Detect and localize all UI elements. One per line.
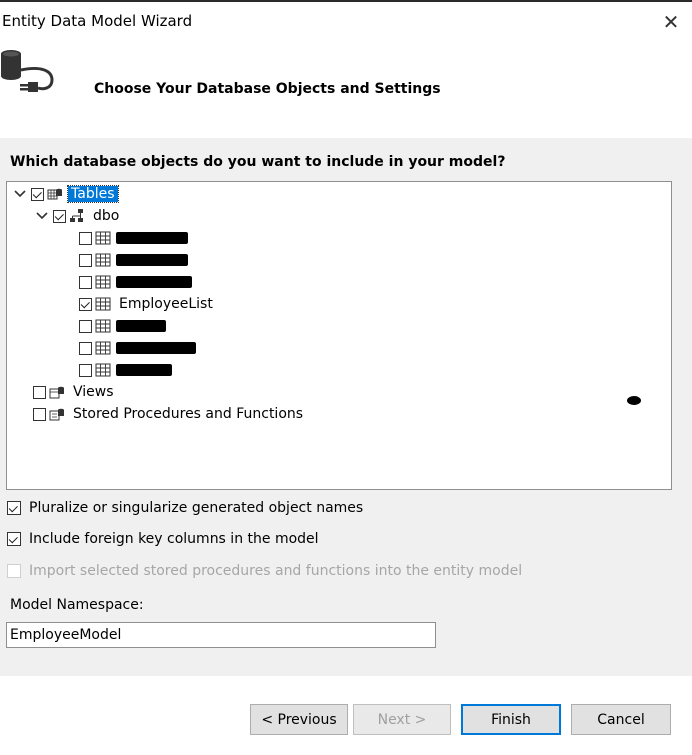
redacted-table-name [116,232,188,244]
pluralize-checkbox[interactable] [7,501,21,515]
window-top-border [0,0,692,2]
tree-node-dbo[interactable]: dbo [35,206,122,226]
chevron-down-icon[interactable] [35,209,49,223]
stored-procedures-checkbox[interactable] [33,407,46,421]
chevron-down-icon[interactable] [13,187,27,201]
tree-node-employeelist[interactable]: EmployeeList [79,294,216,314]
page-heading: Choose Your Database Objects and Setting… [94,81,441,97]
table-icon [95,253,111,267]
redacted-table-name [116,342,196,354]
foreign-keys-label[interactable]: Include foreign key columns in the model [29,531,319,547]
tree-node-table[interactable] [79,360,172,380]
views-checkbox[interactable] [33,385,46,399]
table-checkbox[interactable] [79,363,92,377]
tree-node-tables[interactable]: Tables [13,184,119,204]
tree-label-dbo[interactable]: dbo [90,208,122,224]
tables-checkbox[interactable] [31,187,44,201]
pluralize-option[interactable]: Pluralize or singularize generated objec… [7,500,363,516]
table-checkbox[interactable] [79,231,92,245]
finish-button[interactable]: Finish [461,704,561,735]
close-icon[interactable]: ✕ [660,12,682,32]
dbo-checkbox[interactable] [53,209,66,223]
tree-node-stored-procedures[interactable]: Stored Procedures and Functions [33,404,306,424]
table-icon [95,231,111,245]
import-procedures-option: Import selected stored procedures and fu… [7,563,522,579]
tree-label-employeelist[interactable]: EmployeeList [116,296,216,312]
pluralize-label[interactable]: Pluralize or singularize generated objec… [29,500,363,516]
previous-button[interactable]: < Previous [250,704,348,735]
redacted-table-name [116,276,192,288]
employeelist-checkbox[interactable] [79,297,92,311]
tree-label-views[interactable]: Views [70,384,117,400]
database-objects-tree[interactable]: Tables dbo EmployeeList Views Stored Pro… [6,181,672,490]
window-title: Entity Data Model Wizard [2,12,193,30]
redacted-table-name [116,364,172,376]
namespace-input[interactable] [6,622,436,648]
tree-node-table[interactable] [79,250,188,270]
tree-node-table[interactable] [79,338,196,358]
table-icon [95,341,111,355]
cancel-button[interactable]: Cancel [571,704,671,735]
redacted-table-name [116,320,166,332]
table-checkbox[interactable] [79,253,92,267]
foreign-keys-checkbox[interactable] [7,532,21,546]
import-procedures-checkbox [7,564,21,578]
redaction-mark [627,396,641,405]
objects-question: Which database objects do you want to in… [10,154,506,170]
table-checkbox[interactable] [79,341,92,355]
schema-icon [70,209,83,222]
tree-label-tables[interactable]: Tables [67,185,119,203]
tree-node-views[interactable]: Views [33,382,117,402]
table-icon [95,319,111,333]
table-checkbox[interactable] [79,319,92,333]
tree-label-stored-procedures[interactable]: Stored Procedures and Functions [70,406,306,422]
tree-node-table[interactable] [79,228,188,248]
table-icon [95,297,111,311]
table-checkbox[interactable] [79,275,92,289]
tables-folder-icon [47,188,62,200]
import-procedures-label: Import selected stored procedures and fu… [29,563,523,579]
namespace-label: Model Namespace: [10,597,144,613]
table-icon [95,275,111,289]
redacted-table-name [116,254,188,266]
views-folder-icon [49,386,64,399]
tree-node-table[interactable] [79,272,192,292]
table-icon [95,363,111,377]
tree-node-table[interactable] [79,316,166,336]
foreign-keys-option[interactable]: Include foreign key columns in the model [7,531,319,547]
next-button: Next > [353,704,451,735]
main-panel: Which database objects do you want to in… [0,138,692,676]
procedures-folder-icon [49,408,64,421]
database-plug-icon [1,50,54,92]
